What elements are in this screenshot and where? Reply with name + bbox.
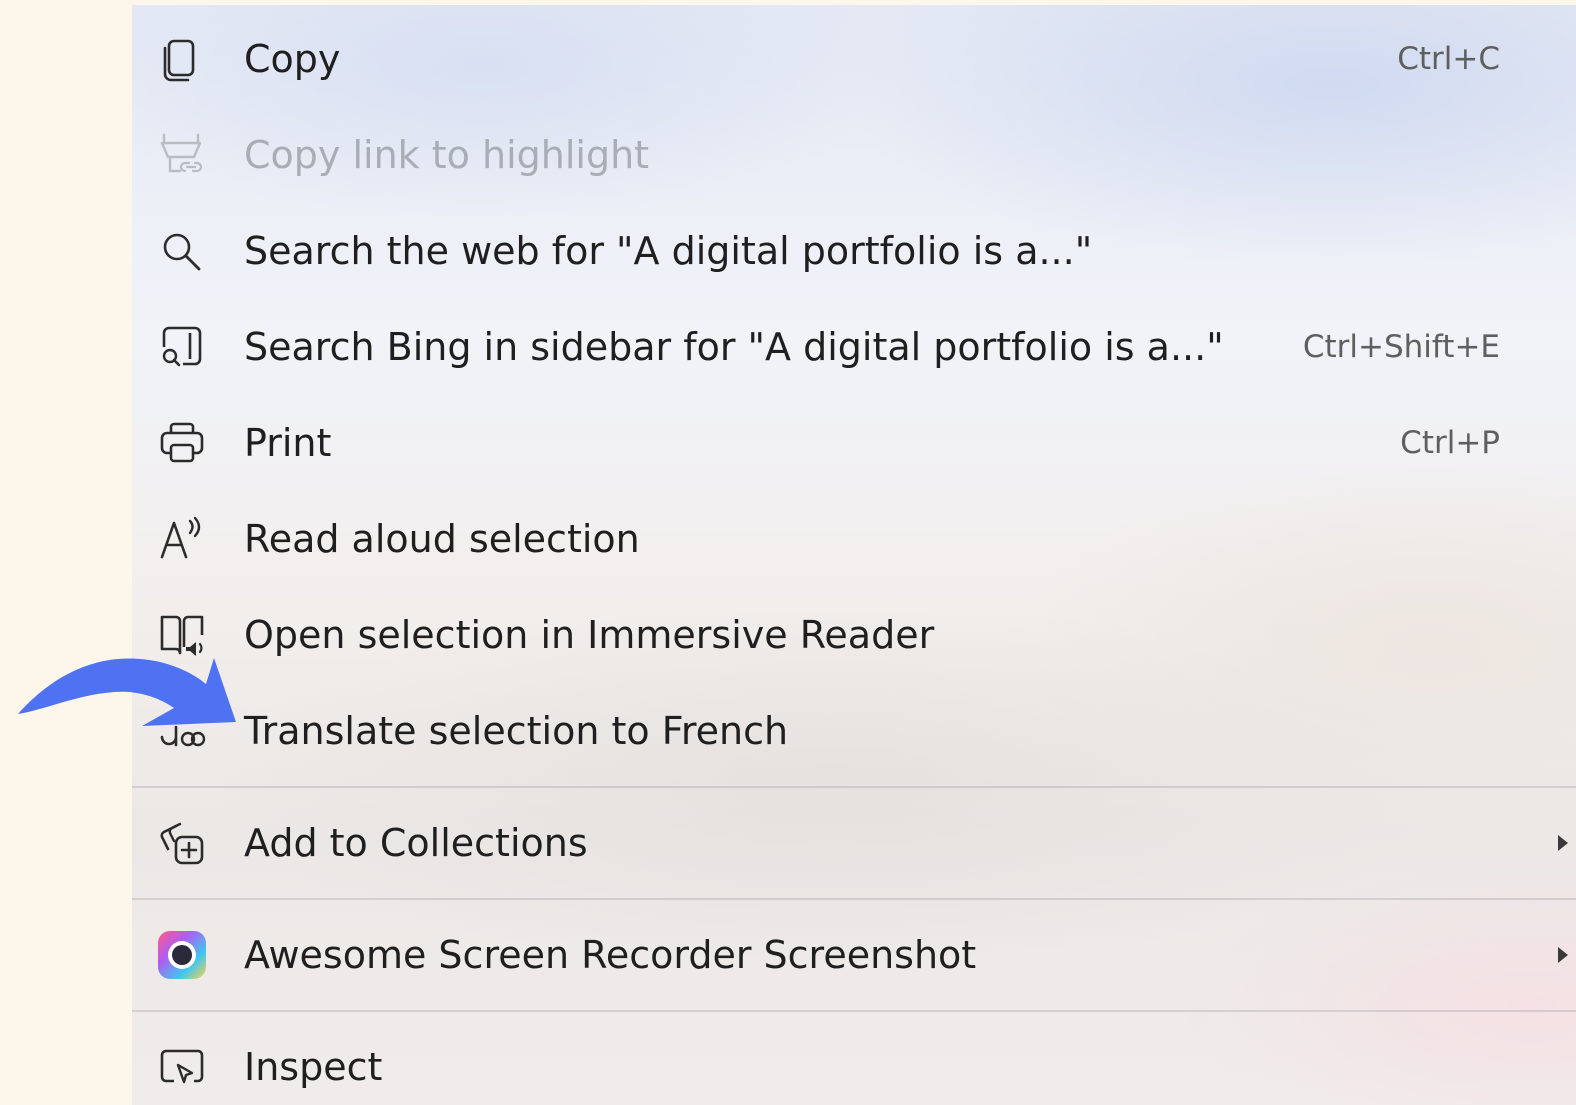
inspect-icon [156, 1043, 208, 1091]
context-menu: Copy Ctrl+C Copy link to highlight Searc… [132, 5, 1576, 1105]
menu-item-immersive-reader[interactable]: Open selection in Immersive Reader [132, 587, 1576, 683]
menu-item-label: Open selection in Immersive Reader [244, 613, 935, 657]
menu-item-search-bing-sidebar[interactable]: Search Bing in sidebar for "A digital po… [132, 299, 1576, 395]
link-highlight-icon [156, 131, 208, 179]
menu-item-awesome-screen-recorder[interactable]: Awesome Screen Recorder Screenshot [132, 907, 1576, 1003]
menu-item-inspect[interactable]: Inspect [132, 1019, 1576, 1105]
menu-item-shortcut: Ctrl+P [1400, 425, 1500, 461]
menu-item-print[interactable]: Print Ctrl+P [132, 395, 1576, 491]
menu-item-label: Translate selection to French [244, 709, 789, 753]
copy-icon [156, 35, 208, 83]
menu-divider [132, 1010, 1576, 1012]
menu-item-label: Search the web for "A digital portfolio … [244, 229, 1093, 273]
menu-item-label: Print [244, 421, 332, 465]
menu-item-label: Inspect [244, 1045, 383, 1089]
menu-item-translate[interactable]: Translate selection to French [132, 683, 1576, 779]
menu-item-label: Copy [244, 37, 341, 81]
screenshot-stage: Copy Ctrl+C Copy link to highlight Searc… [0, 0, 1576, 1105]
menu-item-label: Awesome Screen Recorder Screenshot [244, 933, 977, 977]
menu-item-add-to-collections[interactable]: Add to Collections [132, 795, 1576, 891]
search-icon [156, 227, 208, 275]
annotation-arrow-icon [18, 658, 236, 726]
menu-item-shortcut: Ctrl+C [1397, 41, 1500, 77]
menu-item-search-web[interactable]: Search the web for "A digital portfolio … [132, 203, 1576, 299]
printer-icon [156, 419, 208, 467]
menu-item-copy[interactable]: Copy Ctrl+C [132, 11, 1576, 107]
menu-item-label: Search Bing in sidebar for "A digital po… [244, 325, 1224, 369]
chevron-right-icon [1556, 943, 1570, 967]
menu-item-label: Add to Collections [244, 821, 588, 865]
read-aloud-icon [156, 515, 208, 563]
menu-item-label: Read aloud selection [244, 517, 640, 561]
menu-item-read-aloud[interactable]: Read aloud selection [132, 491, 1576, 587]
chevron-right-icon [1556, 831, 1570, 855]
sidebar-search-icon [156, 323, 208, 371]
screen-recorder-icon [156, 931, 208, 979]
menu-divider [132, 898, 1576, 900]
menu-item-shortcut: Ctrl+Shift+E [1302, 329, 1500, 365]
menu-item-label: Copy link to highlight [244, 133, 650, 177]
menu-divider [132, 786, 1576, 788]
menu-item-copy-link-to-highlight: Copy link to highlight [132, 107, 1576, 203]
collections-add-icon [156, 819, 208, 867]
